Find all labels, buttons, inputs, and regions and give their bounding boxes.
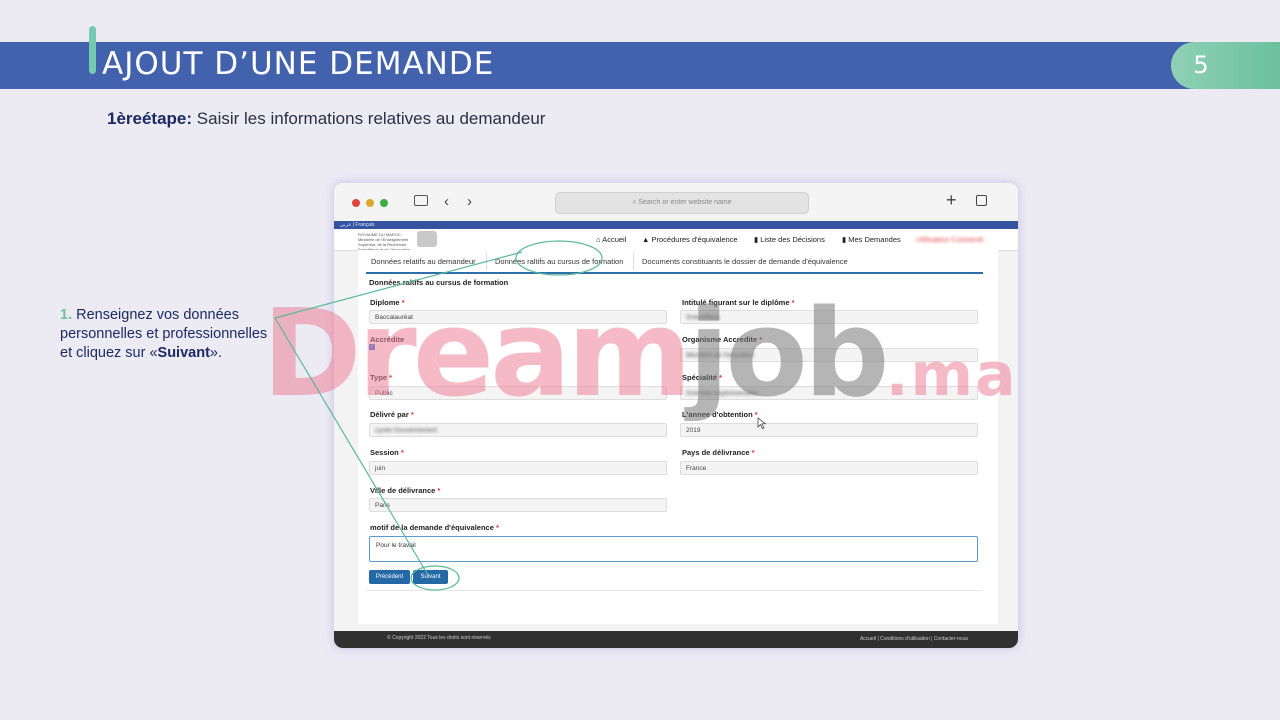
callout-circle-button	[410, 565, 460, 591]
mouse-cursor-icon	[757, 417, 767, 429]
callout-line-button	[274, 317, 429, 576]
callout-line-tab	[274, 251, 523, 319]
callout-circle-tab	[515, 240, 603, 276]
callout-overlay	[274, 240, 767, 591]
